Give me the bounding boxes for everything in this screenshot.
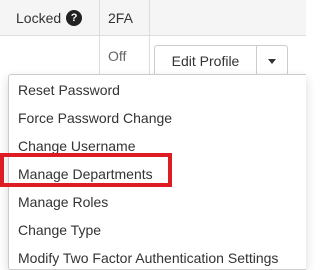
actions-dropdown-menu: Reset Password Force Password Change Cha… [8,74,306,270]
help-icon[interactable]: ? [66,10,83,26]
menu-item-change-username[interactable]: Change Username [9,132,306,160]
table-header-row: Locked ? 2FA [0,0,306,36]
cell-2fa-value: Off [108,48,127,64]
menu-item-force-password-change[interactable]: Force Password Change [9,104,306,132]
cell-locked [0,36,100,76]
menu-item-manage-departments[interactable]: Manage Departments [9,160,306,188]
column-header-2fa[interactable]: 2FA [100,0,150,36]
menu-item-reset-password[interactable]: Reset Password [9,76,306,104]
menu-item-change-type[interactable]: Change Type [9,216,306,244]
column-header-2fa-label: 2FA [108,10,133,26]
actions-dropdown-toggle[interactable] [256,45,288,77]
users-table-view: Locked ? 2FA Off Edit Profile Reset Pass… [0,0,306,270]
menu-item-manage-roles[interactable]: Manage Roles [9,188,306,216]
menu-item-modify-2fa-settings[interactable]: Modify Two Factor Authentication Setting… [9,244,306,270]
edit-profile-split-button: Edit Profile [154,45,288,77]
edit-profile-button[interactable]: Edit Profile [154,45,256,77]
caret-down-icon [268,58,276,64]
column-header-locked[interactable]: Locked ? [0,0,100,36]
column-header-locked-label: Locked [16,10,62,26]
cell-2fa: Off [100,36,150,76]
